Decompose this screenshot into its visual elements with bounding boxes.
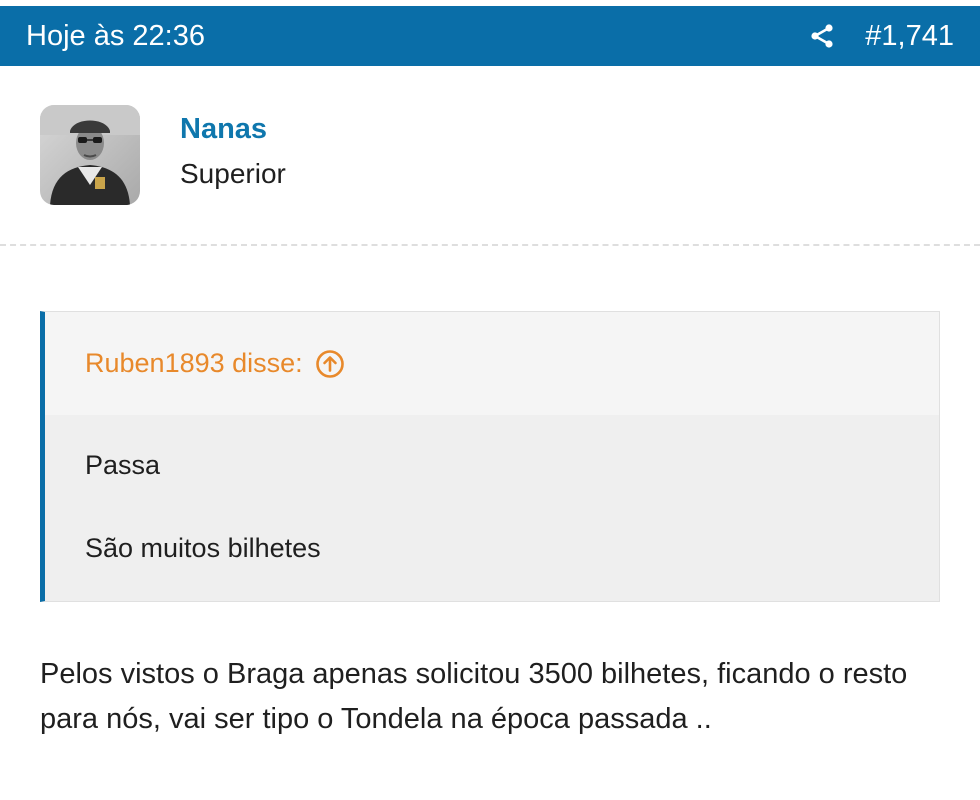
arrow-up-circle-icon[interactable] [315,349,345,379]
quote-author-label[interactable]: Ruben1893 disse: [85,348,303,379]
avatar[interactable] [40,105,140,205]
post-header-actions: #1,741 [807,20,954,53]
author-block: Nanas Superior [40,105,940,205]
quote-header[interactable]: Ruben1893 disse: [45,312,939,415]
forum-post: Hoje às 22:36 #1,741 Nanas Superior Rube… [0,0,980,800]
author-name[interactable]: Nanas [180,113,267,146]
post-message: Pelos vistos o Braga apenas solicitou 35… [40,658,908,735]
post-number-link[interactable]: #1,741 [865,20,954,53]
author-title: Superior [180,158,286,189]
quote-block: Ruben1893 disse: Passa São muitos bilhet… [40,311,940,602]
quote-text-line: São muitos bilhetes [85,533,321,563]
quote-text-line: Passa [85,450,161,480]
post-timestamp[interactable]: Hoje às 22:36 [26,20,807,53]
divider [0,244,980,246]
share-icon[interactable] [807,21,837,51]
post-header-bar: Hoje às 22:36 #1,741 [0,6,980,66]
